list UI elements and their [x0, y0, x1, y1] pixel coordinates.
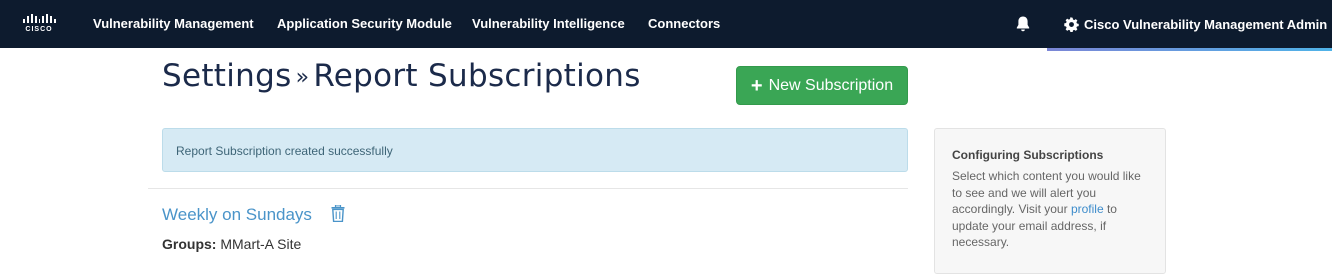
logo-text: CISCO — [25, 26, 53, 33]
help-panel: Configuring Subscriptions Select which c… — [934, 128, 1166, 274]
page-title: Settings» Report Subscriptions — [162, 58, 641, 94]
nav-item-vulnerability-management[interactable]: Vulnerability Management — [93, 0, 254, 48]
plus-icon: + — [750, 74, 763, 97]
help-panel-text: Select which content you would like to s… — [952, 169, 1141, 249]
success-alert: Report Subscription created successfully — [162, 128, 908, 172]
subscription-title-link[interactable]: Weekly on Sundays — [162, 205, 312, 225]
profile-link[interactable]: profile — [1071, 202, 1104, 216]
user-menu-label: Cisco Vulnerability Management Admin — [1084, 16, 1328, 32]
new-subscription-button[interactable]: + New Subscription — [736, 66, 908, 105]
groups-label: Groups: — [162, 236, 217, 252]
bell-icon[interactable] — [1015, 15, 1031, 33]
new-subscription-label: New Subscription — [768, 76, 894, 94]
cisco-logo[interactable]: CISCO — [22, 14, 57, 36]
help-panel-heading: Configuring Subscriptions — [952, 148, 1104, 162]
nav-item-vulnerability-intelligence[interactable]: Vulnerability Intelligence — [472, 0, 625, 48]
gear-icon — [1064, 16, 1079, 32]
breadcrumb-separator: » — [295, 65, 310, 90]
subscription-groups: Groups: MMart-A Site — [162, 236, 301, 252]
top-navbar: CISCO Vulnerability Management Applicati… — [0, 0, 1332, 48]
nav-item-connectors[interactable]: Connectors — [648, 0, 720, 48]
nav-accent-bar — [1047, 48, 1332, 51]
nav-item-application-security-module[interactable]: Application Security Module — [277, 0, 452, 48]
trash-icon[interactable] — [331, 205, 345, 222]
divider — [148, 188, 908, 189]
user-menu[interactable]: Cisco Vulnerability Management Admin — [1064, 0, 1332, 48]
groups-value: MMart-A Site — [220, 236, 302, 252]
